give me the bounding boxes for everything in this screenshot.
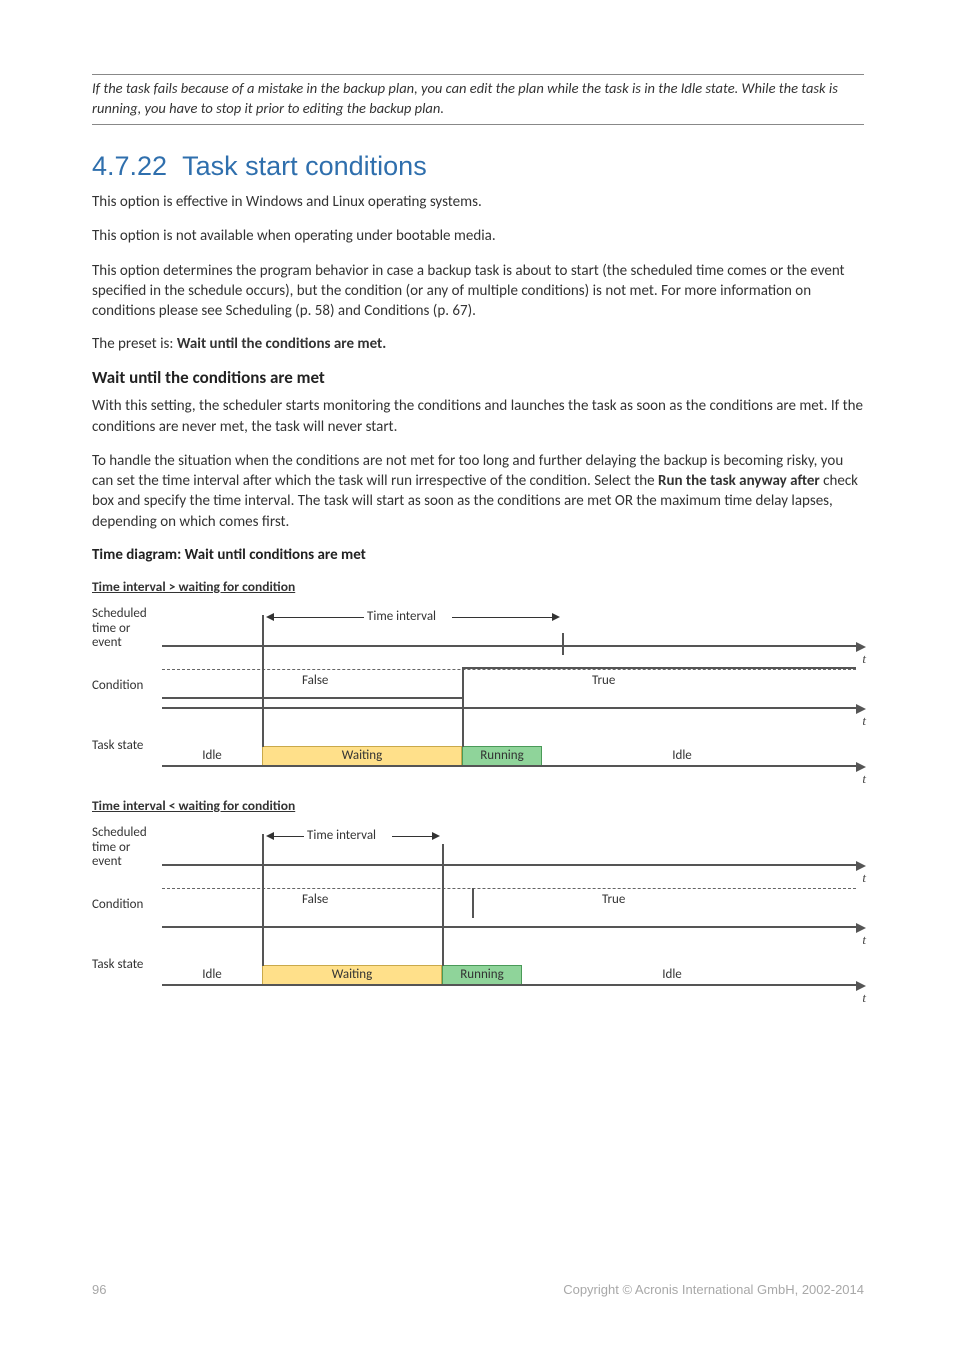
t-label-cond: t <box>862 713 866 729</box>
dashed-top-2 <box>162 888 856 889</box>
preset-label: The preset is: <box>92 335 177 353</box>
axis-condition-2: False True t <box>162 874 862 936</box>
section-heading: 4.7.22 Task start conditions <box>92 151 864 182</box>
label-taskstate-2: Task state <box>92 958 162 972</box>
label-taskstate: Task state <box>92 739 162 753</box>
cond-step <box>462 669 464 699</box>
seg-idle-1b: Idle <box>162 965 262 985</box>
axis-line-cond2 <box>162 707 856 709</box>
paragraph-4: With this setting, the scheduler starts … <box>92 396 864 437</box>
interval-line-l2 <box>274 836 304 837</box>
diagram-1: Scheduled time or event Time interval t … <box>92 603 862 775</box>
interval-line-l <box>274 617 364 618</box>
dashed-top <box>162 669 856 670</box>
paragraph-2: This option is not available when operat… <box>92 226 864 246</box>
preset-value: Wait until the conditions are met. <box>177 335 386 353</box>
vline-start-ts-2 <box>262 916 264 966</box>
seg-idle-1: Idle <box>162 746 262 766</box>
t-label-ts: t <box>862 771 866 787</box>
axis-taskstate: Idle Waiting Running Idle t <box>162 717 862 775</box>
label-condition-2: Condition <box>92 898 162 912</box>
diagram1-row-taskstate: Task state Idle Waiting Running Idle t <box>92 717 862 775</box>
cond-high-line <box>462 667 856 669</box>
seg-idle-2: Idle <box>542 746 822 766</box>
diagram2-subtitle: Time interval < waiting for condition <box>92 797 864 814</box>
seg-idle-2b: Idle <box>522 965 822 985</box>
t-label-2: t <box>862 870 866 886</box>
page-footer: 96 Copyright © Acronis International Gmb… <box>92 1282 864 1297</box>
axis-scheduled: Time interval t <box>162 603 862 655</box>
true-label-2: True <box>602 892 625 907</box>
copyright-text: Copyright © Acronis International GmbH, … <box>563 1282 864 1297</box>
diagram2-row-scheduled: Scheduled time or event Time interval t <box>92 822 862 874</box>
seg-waiting-2: Waiting <box>262 965 442 985</box>
heading-number: 4.7.22 <box>92 151 167 181</box>
false-label-2: False <box>302 892 328 907</box>
diagram-2: Scheduled time or event Time interval t … <box>92 822 862 994</box>
axis-line <box>162 645 856 647</box>
false-label: False <box>302 673 328 688</box>
paragraph-1: This option is effective in Windows and … <box>92 192 864 212</box>
diagram1-row-scheduled: Scheduled time or event Time interval t <box>92 603 862 655</box>
t-label-ts-2: t <box>862 990 866 1006</box>
interval-label-2: Time interval <box>307 828 376 843</box>
cond-low-line <box>162 697 462 699</box>
vline-run-ts-2 <box>442 916 444 966</box>
axis-scheduled-2: Time interval t <box>162 822 862 874</box>
p5-bold: Run the task anyway after <box>658 472 820 490</box>
axis-line-ts-2 <box>162 984 856 986</box>
interval-arrow-left-2 <box>266 832 274 840</box>
interval-line-r <box>452 617 552 618</box>
axis-line-ts <box>162 765 856 767</box>
cond-step-2 <box>472 888 474 918</box>
note-italic: If the task fails because of a mistake i… <box>92 79 864 125</box>
preset-line: The preset is: Wait until the conditions… <box>92 335 864 353</box>
diagram2-row-taskstate: Task state Idle Waiting Running Idle t <box>92 936 862 994</box>
interval-arrow-right <box>552 613 560 621</box>
axis-condition: False True t <box>162 655 862 717</box>
vline-run-ts <box>462 697 464 747</box>
axis-line-2 <box>162 864 856 866</box>
top-rule <box>92 74 864 75</box>
interval-label: Time interval <box>367 609 436 624</box>
paragraph-5: To handle the situation when the conditi… <box>92 451 864 532</box>
diagram1-subtitle: Time interval > waiting for condition <box>92 578 864 595</box>
page-content: If the task fails because of a mistake i… <box>0 0 954 994</box>
true-label: True <box>592 673 615 688</box>
paragraph-3: This option determines the program behav… <box>92 261 864 322</box>
label-scheduled: Scheduled time or event <box>92 607 162 650</box>
label-scheduled-2: Scheduled time or event <box>92 826 162 869</box>
heading-title: Task start conditions <box>182 151 427 181</box>
page-number: 96 <box>92 1282 106 1297</box>
axis-taskstate-2: Idle Waiting Running Idle t <box>162 936 862 994</box>
seg-running: Running <box>462 746 542 766</box>
interval-line-r2 <box>392 836 432 837</box>
diagram1-row-condition: Condition False True t <box>92 655 862 717</box>
vline-start-ts <box>262 697 264 747</box>
tick-end <box>562 633 564 655</box>
seg-running-2: Running <box>442 965 522 985</box>
seg-waiting: Waiting <box>262 746 462 766</box>
interval-arrow-right-2 <box>432 832 440 840</box>
label-condition: Condition <box>92 679 162 693</box>
t-label: t <box>862 651 866 667</box>
diagram2-row-condition: Condition False True t <box>92 874 862 936</box>
axis-line-cond-2 <box>162 926 856 928</box>
diagram-title: Time diagram: Wait until conditions are … <box>92 546 864 564</box>
t-label-cond-2: t <box>862 932 866 948</box>
subheading-wait: Wait until the conditions are met <box>92 367 864 388</box>
interval-arrow-left <box>266 613 274 621</box>
